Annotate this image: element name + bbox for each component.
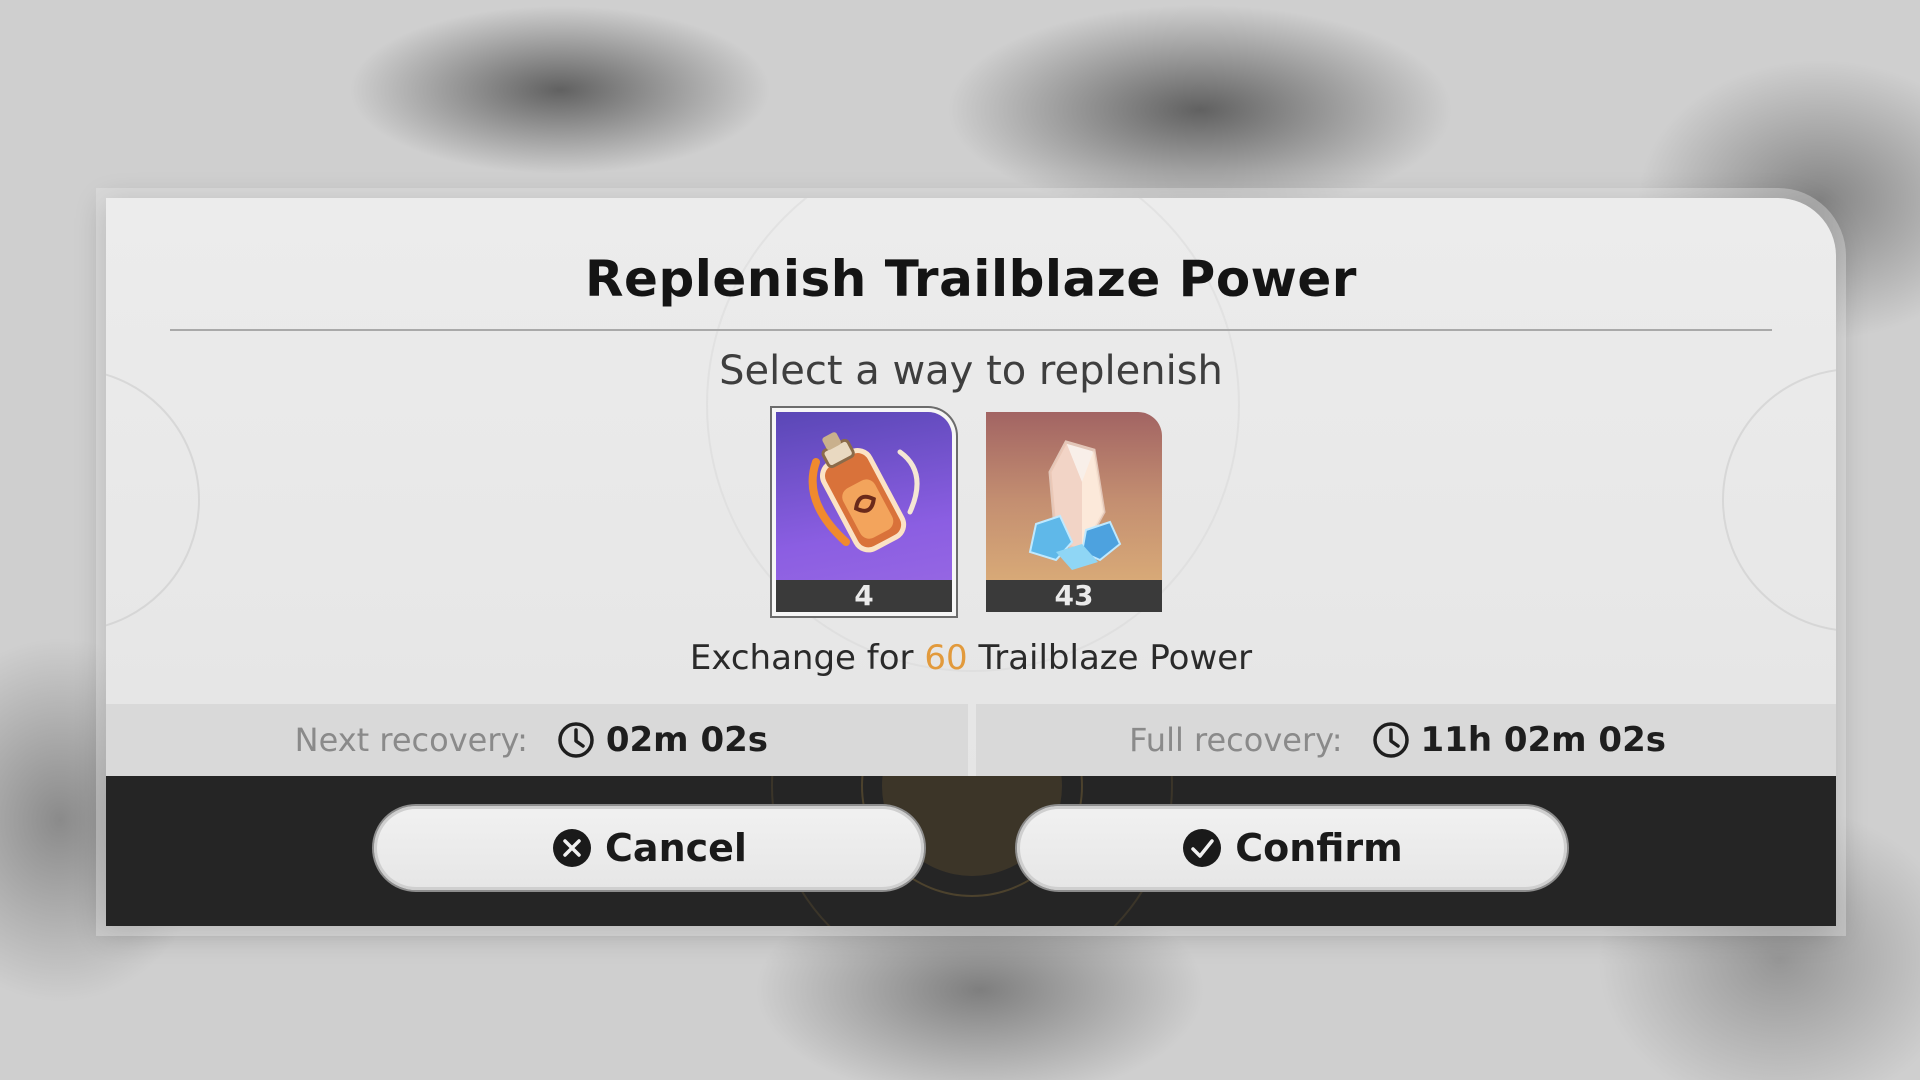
exchange-prefix: Exchange for: [689, 638, 914, 678]
next-recovery-value: 02m 02s: [605, 720, 768, 760]
recovery-bar: Next recovery: 02m 02s Full recovery: 11…: [106, 704, 1836, 776]
game-background: Replenish Trailblaze Power Select a way …: [0, 0, 1920, 1080]
decorative-ring-right: [1722, 368, 1836, 632]
check-circle-icon: [1181, 827, 1223, 869]
cancel-button[interactable]: Cancel: [374, 806, 924, 890]
replenish-dialog: Replenish Trailblaze Power Select a way …: [106, 198, 1836, 926]
footer-decoration: [771, 776, 1173, 926]
confirm-button[interactable]: Confirm: [1017, 806, 1567, 890]
full-recovery-label: Full recovery:: [1129, 721, 1343, 759]
decorative-ring-left: [106, 368, 200, 632]
item-count: 43: [986, 580, 1162, 612]
exchange-amount: 60: [924, 638, 968, 678]
dialog-title: Replenish Trailblaze Power: [585, 250, 1357, 308]
next-recovery: Next recovery: 02m 02s: [106, 704, 968, 776]
full-recovery: Full recovery: 11h 02m 02s: [976, 704, 1836, 776]
title-divider: [170, 329, 1772, 331]
confirm-label: Confirm: [1235, 826, 1403, 870]
cancel-label: Cancel: [605, 826, 747, 870]
item-count: 4: [776, 580, 952, 612]
clock-icon: [556, 720, 596, 760]
exchange-text: Exchange for 60 Trailblaze Power: [106, 638, 1836, 678]
clock-icon: [1371, 720, 1411, 760]
dialog-subtitle: Select a way to replenish: [719, 348, 1223, 394]
exchange-suffix: Trailblaze Power: [978, 638, 1253, 678]
item-card-stellar-jade[interactable]: 43: [986, 412, 1162, 612]
dialog-footer: Cancel Confirm: [106, 776, 1836, 926]
next-recovery-label: Next recovery:: [294, 721, 528, 759]
x-circle-icon: [551, 827, 593, 869]
item-card-fuel[interactable]: 4: [776, 412, 952, 612]
full-recovery-value: 11h 02m 02s: [1420, 720, 1667, 760]
fuel-bottle-icon: [808, 432, 920, 553]
crystal-icon: [1028, 440, 1122, 570]
